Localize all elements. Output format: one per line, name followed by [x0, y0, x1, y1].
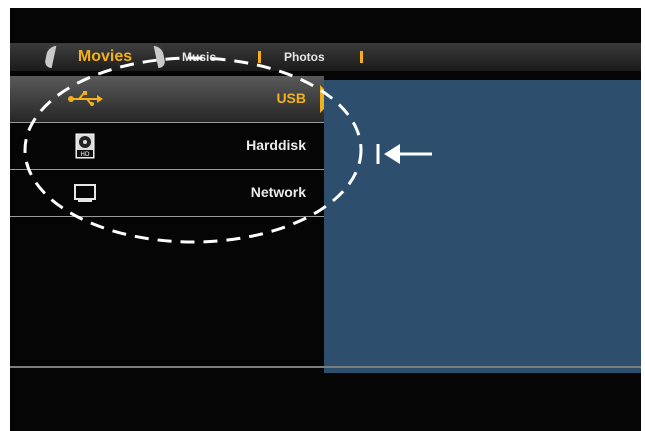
tab-photos-label: Photos — [284, 50, 325, 64]
tab-movies-label: Movies — [77, 48, 133, 65]
svg-text:HD: HD — [80, 151, 90, 158]
menu-item-label: Network — [250, 184, 306, 200]
tab-music-label: Music — [182, 50, 217, 64]
tv-screen: Movies Music Photos USB HD Harddisk Netw… — [10, 8, 641, 431]
tab-music[interactable]: Music — [182, 44, 216, 70]
preview-pane — [324, 80, 641, 373]
tab-movies[interactable]: Movies — [46, 44, 164, 70]
menu-item-usb[interactable]: USB — [10, 76, 324, 123]
menu-item-label: Harddisk — [246, 137, 306, 153]
harddisk-icon: HD — [65, 133, 105, 159]
tab-photos[interactable]: Photos — [284, 44, 325, 70]
tab-separator — [360, 51, 363, 63]
network-icon — [65, 180, 105, 206]
divider — [10, 366, 641, 368]
tab-separator — [258, 51, 261, 63]
menu-item-label: USB — [276, 90, 306, 106]
menu-item-harddisk[interactable]: HD Harddisk — [10, 123, 324, 170]
usb-icon — [65, 86, 105, 112]
menu-item-network[interactable]: Network — [10, 170, 324, 217]
